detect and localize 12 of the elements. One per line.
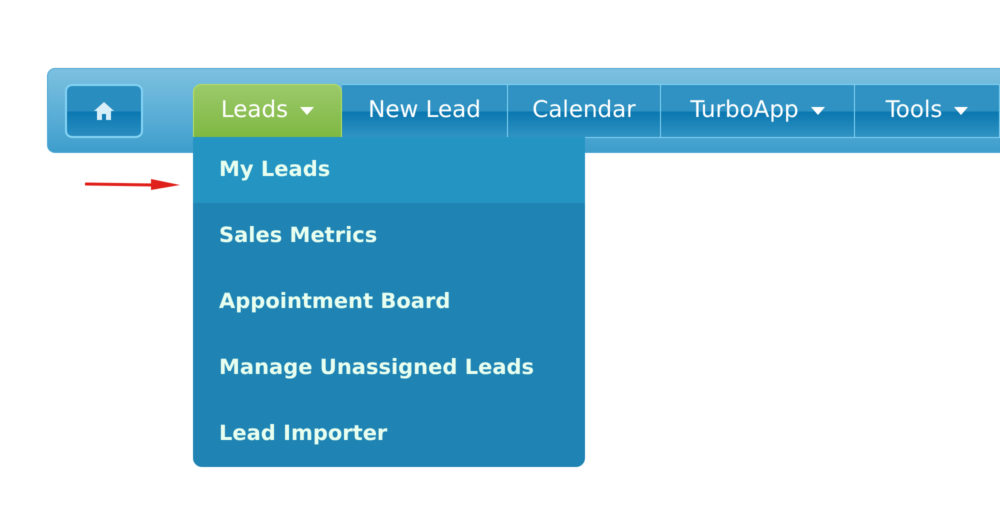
nav-tab[interactable]: New Lead xyxy=(342,84,508,138)
home-icon xyxy=(93,100,115,120)
nav-tab[interactable]: Leads xyxy=(193,84,342,138)
nav-tab[interactable]: TurboApp xyxy=(661,84,855,138)
menu-item[interactable]: Manage Unassigned Leads xyxy=(193,335,585,401)
nav-tab[interactable]: Calendar xyxy=(508,84,661,138)
menu-item[interactable]: Appointment Board xyxy=(193,269,585,335)
home-button[interactable] xyxy=(65,84,143,138)
menu-item[interactable]: Lead Importer xyxy=(193,401,585,467)
menu-item[interactable]: My Leads xyxy=(193,137,585,203)
menu-item[interactable]: Sales Metrics xyxy=(193,203,585,269)
nav-tab[interactable]: Tools xyxy=(855,84,1000,138)
